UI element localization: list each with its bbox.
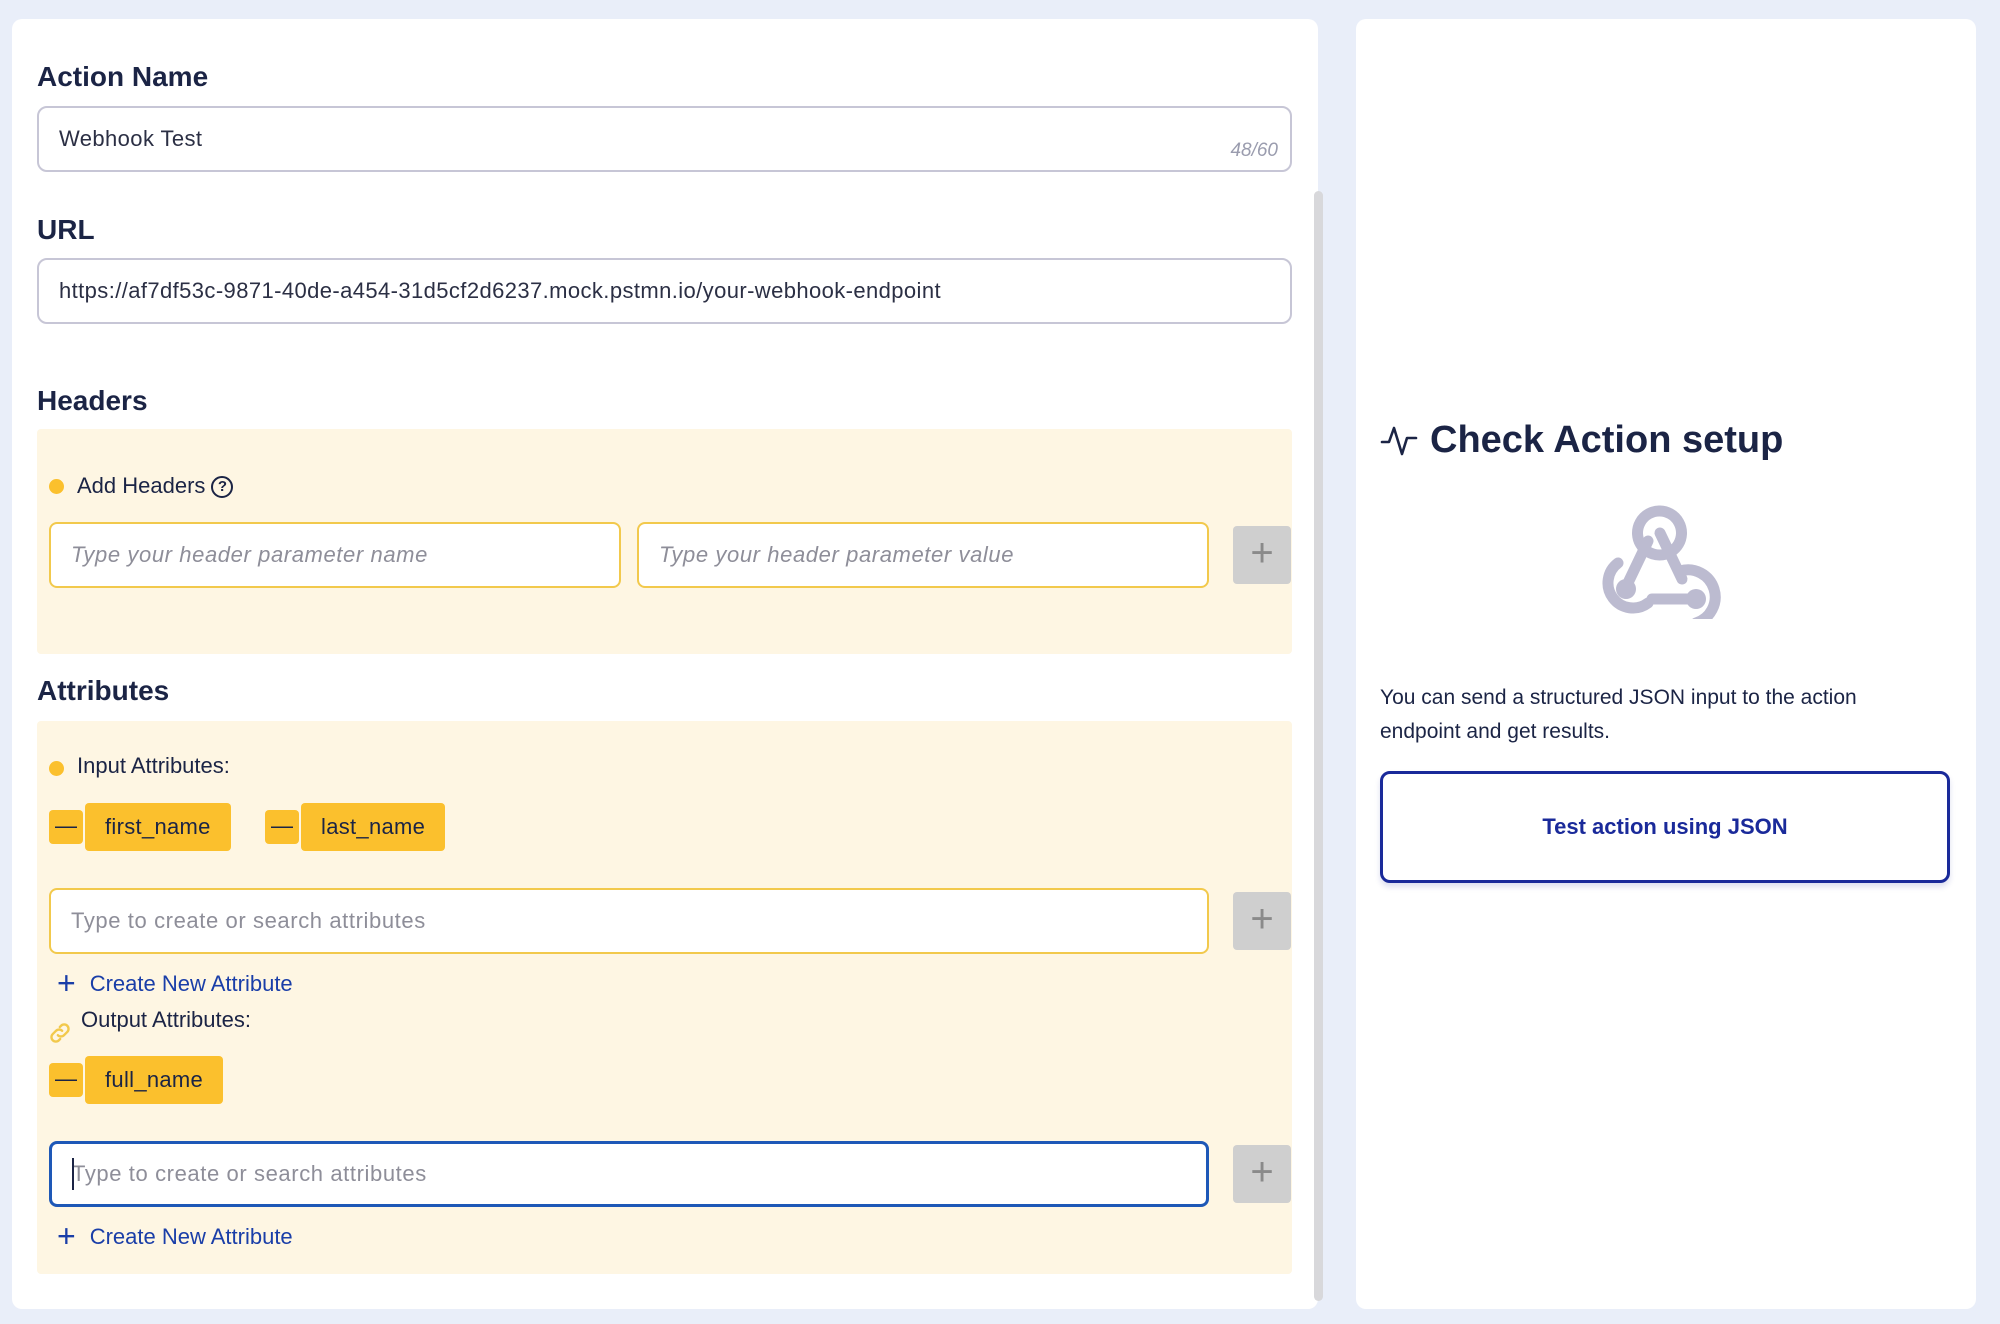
action-name-label: Action Name bbox=[37, 61, 209, 92]
attribute-chip-last-name: last_name bbox=[301, 803, 446, 851]
url-label: URL bbox=[37, 214, 95, 245]
text-caret bbox=[72, 1158, 74, 1190]
link-icon bbox=[47, 1020, 73, 1051]
remove-full-name-button[interactable]: — bbox=[49, 1063, 83, 1097]
attributes-section: Input Attributes: — first_name — last_na… bbox=[37, 721, 1292, 1274]
check-action-title: Check Action setup bbox=[1380, 419, 1783, 462]
status-dot-icon bbox=[49, 761, 64, 776]
attributes-label: Attributes bbox=[37, 675, 170, 706]
attribute-chip-first-name: first_name bbox=[85, 803, 231, 851]
input-attributes-search[interactable]: Type to create or search attributes bbox=[49, 888, 1209, 954]
url-field[interactable]: https://af7df53c-9871-40de-a454-31d5cf2d… bbox=[37, 258, 1292, 324]
add-input-attribute-button[interactable]: + bbox=[1233, 892, 1291, 950]
header-value-input[interactable]: Type your header parameter value bbox=[637, 522, 1209, 588]
headers-section: Add Headers? Type your header parameter … bbox=[37, 429, 1292, 654]
add-output-attribute-button[interactable]: + bbox=[1233, 1145, 1291, 1203]
remove-first-name-button[interactable]: — bbox=[49, 810, 83, 844]
form-scrollbar[interactable] bbox=[1314, 191, 1323, 1301]
add-headers-text: Add Headers bbox=[77, 473, 206, 498]
status-dot-icon bbox=[49, 479, 64, 494]
attribute-chip-full-name: full_name bbox=[85, 1056, 224, 1104]
remove-last-name-button[interactable]: — bbox=[265, 810, 299, 844]
create-new-attribute-text: Create New Attribute bbox=[89, 971, 293, 996]
plus-icon: + bbox=[57, 965, 76, 1001]
add-header-button[interactable]: + bbox=[1233, 526, 1291, 584]
action-form-panel: Action Name Webhook Test 48/60 URL https… bbox=[12, 19, 1323, 1309]
url-value: https://af7df53c-9871-40de-a454-31d5cf2d… bbox=[59, 278, 941, 303]
create-new-attribute-link[interactable]: + Create New Attribute bbox=[57, 965, 293, 1002]
action-name-field[interactable]: Webhook Test 48/60 bbox=[37, 106, 1292, 172]
output-attributes-search[interactable]: Type to create or search attributes bbox=[49, 1141, 1209, 1207]
check-action-title-text: Check Action setup bbox=[1430, 419, 1784, 461]
add-headers-label: Add Headers? bbox=[77, 473, 234, 499]
output-attributes-placeholder: Type to create or search attributes bbox=[72, 1161, 427, 1186]
create-new-output-attribute-link[interactable]: + Create New Attribute bbox=[57, 1218, 293, 1255]
action-name-value: Webhook Test bbox=[59, 126, 203, 151]
question-circle-icon[interactable]: ? bbox=[211, 476, 234, 498]
check-action-panel: Check Action setup You can send a struct… bbox=[1356, 19, 1976, 1309]
character-counter: 48/60 bbox=[1230, 140, 1278, 161]
headers-label: Headers bbox=[37, 385, 148, 416]
webhook-icon bbox=[1596, 499, 1724, 629]
check-action-description: You can send a structured JSON input to … bbox=[1380, 686, 1857, 743]
plus-icon: + bbox=[57, 1218, 76, 1254]
test-action-json-button[interactable]: Test action using JSON bbox=[1380, 771, 1950, 883]
output-attributes-label: Output Attributes: bbox=[81, 1007, 251, 1032]
activity-pulse-icon bbox=[1380, 426, 1418, 456]
create-new-attribute-text: Create New Attribute bbox=[89, 1224, 293, 1249]
input-attributes-label: Input Attributes: bbox=[77, 753, 230, 778]
header-name-input[interactable]: Type your header parameter name bbox=[49, 522, 621, 588]
